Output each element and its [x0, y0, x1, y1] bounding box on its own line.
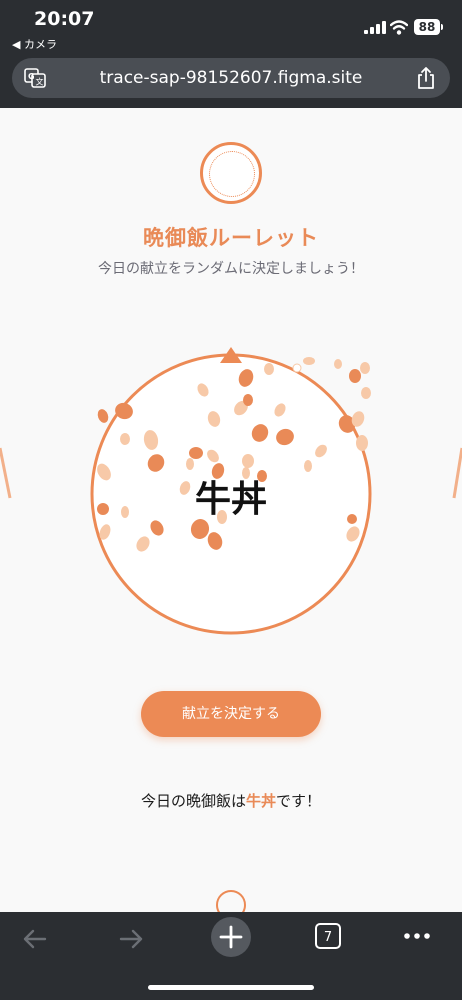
battery-indicator: 88 [414, 19, 443, 35]
browser-url-bar: G 文 trace-sap-98152607.figma.site [0, 52, 462, 108]
svg-text:文: 文 [36, 77, 44, 87]
result-prefix: 今日の晩御飯は [140, 792, 246, 810]
url-text[interactable]: trace-sap-98152607.figma.site [56, 68, 406, 88]
cellular-signal-icon [364, 21, 386, 34]
bottom-decoration-circle [216, 890, 246, 912]
share-icon[interactable] [416, 66, 436, 90]
roulette-area: 牛丼 [0, 347, 462, 635]
more-icon[interactable] [402, 926, 432, 946]
status-time: 20:07 [34, 8, 95, 30]
browser-toolbar: 7 [0, 912, 462, 1000]
forward-arrow-icon[interactable] [116, 924, 146, 954]
wifi-icon [390, 20, 408, 35]
wheel-result-label: 牛丼 [195, 479, 267, 520]
app-logo [200, 142, 262, 204]
status-bar: 20:07 ◀ カメラ 88 [0, 0, 462, 52]
result-suffix: です！ [276, 792, 322, 810]
result-food: 牛丼 [245, 792, 276, 810]
new-tab-plus-icon[interactable] [210, 916, 252, 958]
screen: 20:07 ◀ カメラ 88 G 文 trace-sap-98152607.fi… [0, 0, 462, 1000]
address-field[interactable]: G 文 trace-sap-98152607.figma.site [12, 58, 450, 98]
back-to-app-link[interactable]: ◀ カメラ [12, 36, 57, 52]
web-page: 晩御飯ルーレット 今日の献立をランダムに決定しましょう！ 牛丼 献立を決定する … [0, 108, 462, 912]
page-subtitle: 今日の献立をランダムに決定しましょう！ [98, 261, 364, 277]
decide-menu-button[interactable]: 献立を決定する [141, 691, 321, 737]
home-indicator [148, 985, 314, 990]
result-message: 今日の晩御飯は牛丼です！ [0, 790, 462, 811]
left-edge-decoration [0, 447, 12, 499]
tabs-icon[interactable]: 7 [314, 922, 342, 950]
page-title: 晩御飯ルーレット [143, 226, 319, 250]
svg-text:G: G [28, 72, 35, 81]
translate-icon[interactable]: G 文 [24, 68, 46, 88]
tab-count: 7 [324, 930, 332, 945]
back-arrow-icon[interactable] [20, 924, 50, 954]
right-edge-decoration [452, 447, 462, 499]
